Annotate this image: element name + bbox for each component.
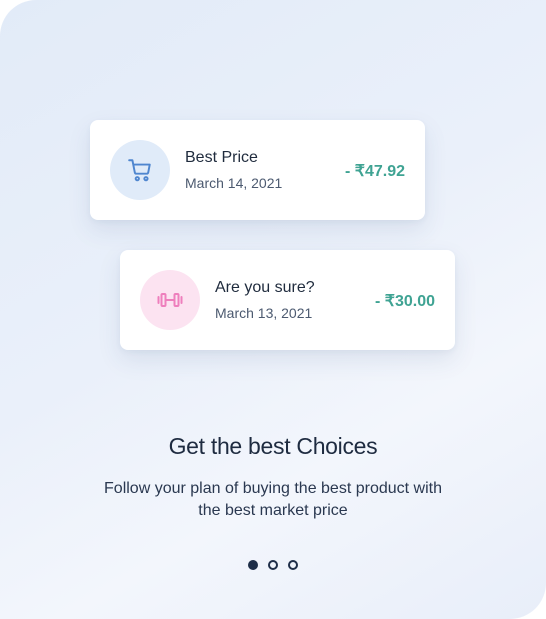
onboarding-headline: Get the best Choices — [168, 433, 378, 459]
transaction-icon-circle — [140, 270, 200, 330]
transaction-title: Best Price — [185, 149, 258, 166]
transaction-amount: - ₹47.92 — [345, 163, 405, 180]
transaction-date: March 14, 2021 — [185, 175, 283, 191]
pagination-dots — [0, 560, 546, 570]
transaction-amount: - ₹30.00 — [375, 293, 435, 310]
onboarding-subtext: Follow your plan of buying the best prod… — [104, 480, 442, 519]
transaction-icon-circle — [110, 140, 170, 200]
pagination-dot-2[interactable] — [268, 560, 278, 570]
transaction-date: March 13, 2021 — [215, 305, 313, 321]
transaction-card: Best Price March 14, 2021 - ₹47.92 — [90, 120, 425, 220]
pagination-dot-3[interactable] — [288, 560, 298, 570]
dumbbell-icon — [157, 293, 183, 307]
transaction-title: Are you sure? — [215, 279, 315, 296]
shopping-cart-icon — [128, 159, 151, 182]
transaction-card: Are you sure? March 13, 2021 - ₹30.00 — [120, 250, 455, 350]
onboarding-panel: Best Price March 14, 2021 - ₹47.92 Are y… — [0, 0, 546, 619]
pagination-dot-1[interactable] — [248, 560, 258, 570]
